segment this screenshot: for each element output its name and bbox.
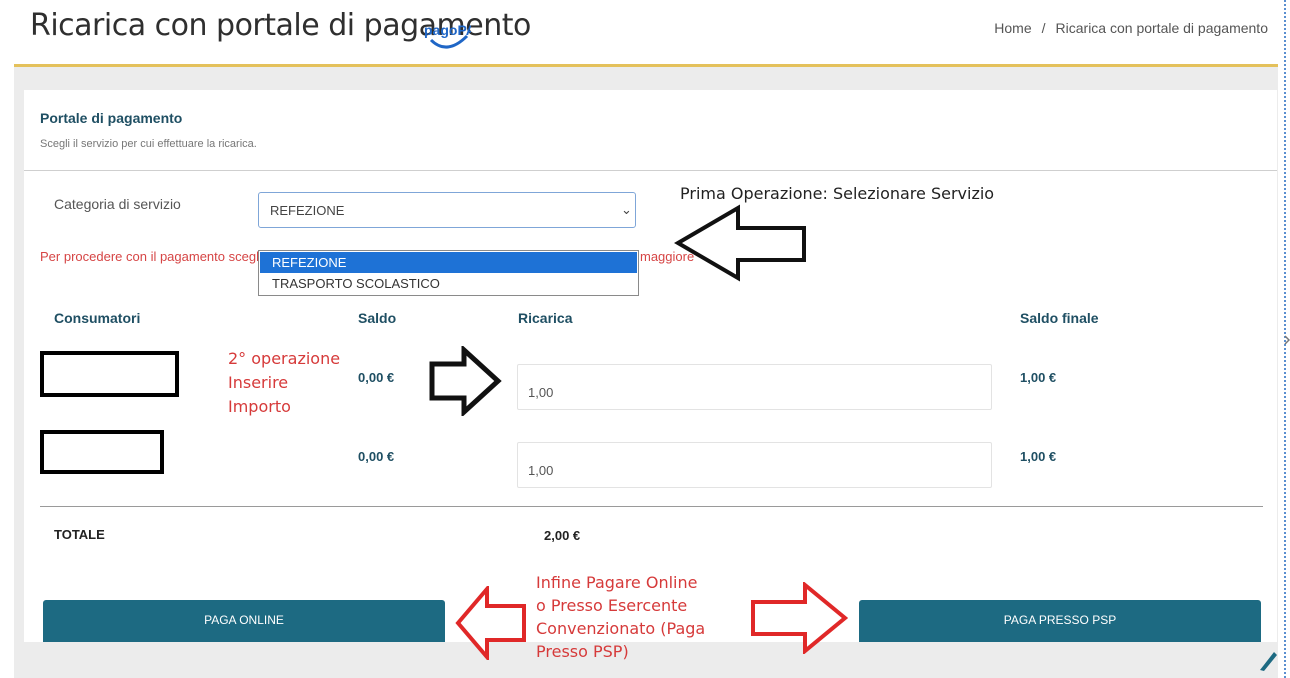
redacted-consumer-name <box>40 430 164 474</box>
annotation-step3-line3: Convenzionato (Paga <box>536 619 706 638</box>
arrow-left-annotation <box>455 586 526 660</box>
breadcrumb-separator: / <box>1041 20 1046 36</box>
pencil-icon[interactable] <box>1258 648 1278 672</box>
arrow-right-annotation <box>751 582 848 654</box>
recharge-amount-input[interactable]: 1,00 <box>517 364 992 410</box>
dropdown-option-trasporto-scolastico[interactable]: TRASPORTO SCOLASTICO <box>260 273 637 294</box>
totals-divider <box>40 506 1263 507</box>
resize-handle-icon <box>1284 335 1290 345</box>
panel-subtitle: Scegli il servizio per cui effettuare la… <box>40 138 257 150</box>
breadcrumb-current: Ricarica con portale di pagamento <box>1055 20 1268 36</box>
column-header-recharge: Ricarica <box>518 310 573 326</box>
redacted-consumer-name <box>40 351 179 397</box>
annotation-step2-line2: Inserire <box>228 373 289 392</box>
annotation-step3-line1: Infine Pagare Online <box>536 573 698 592</box>
pagopa-logo: pagoPA <box>424 22 471 49</box>
row-balance: 0,00 € <box>358 449 395 464</box>
recharge-amount-input[interactable]: 1,00 <box>517 442 992 488</box>
warning-text-left: Per procedere con il pagamento scegli <box>40 249 262 264</box>
dropdown-option-refezione[interactable]: REFEZIONE <box>260 252 637 273</box>
column-header-consumers: Consumatori <box>54 310 141 326</box>
row-final-balance: 1,00 € <box>1020 370 1057 385</box>
pagopa-logo-text: pagoPA <box>424 22 471 38</box>
annotation-step3-line4: Presso PSP) <box>536 642 629 661</box>
total-value: 2,00 € <box>544 528 581 543</box>
panel-divider <box>24 170 1277 171</box>
annotation-step2-line3: Importo <box>228 397 291 416</box>
chevron-down-icon[interactable]: ⌄ <box>621 202 632 218</box>
row-balance: 0,00 € <box>358 370 395 385</box>
pay-online-button[interactable]: PAGA ONLINE <box>43 600 445 642</box>
column-header-final-balance: Saldo finale <box>1020 310 1099 326</box>
annotation-step3: Infine Pagare Online o Presso Esercente … <box>536 571 705 663</box>
breadcrumb: Home / Ricarica con portale di pagamento <box>994 20 1268 36</box>
annotation-step3-line2: o Presso Esercente <box>536 596 688 615</box>
annotation-step1: Prima Operazione: Selezionare Servizio <box>680 184 995 203</box>
annotation-step2: 2° operazione Inserire Importo <box>228 347 340 419</box>
service-category-value: REFEZIONE <box>270 203 345 218</box>
service-category-label: Categoria di servizio <box>54 196 181 212</box>
total-label: TOTALE <box>54 527 105 542</box>
annotation-step2-line1: 2° operazione <box>228 349 341 368</box>
column-header-balance: Saldo <box>358 310 397 326</box>
arrow-right-annotation <box>429 346 502 416</box>
service-dropdown-list: REFEZIONE TRASPORTO SCOLASTICO <box>258 250 639 296</box>
row-final-balance: 1,00 € <box>1020 449 1057 464</box>
arrow-left-annotation <box>674 204 806 282</box>
panel-title: Portale di pagamento <box>40 110 183 126</box>
breadcrumb-home[interactable]: Home <box>994 20 1031 36</box>
pay-psp-button[interactable]: PAGA PRESSO PSP <box>859 600 1261 642</box>
